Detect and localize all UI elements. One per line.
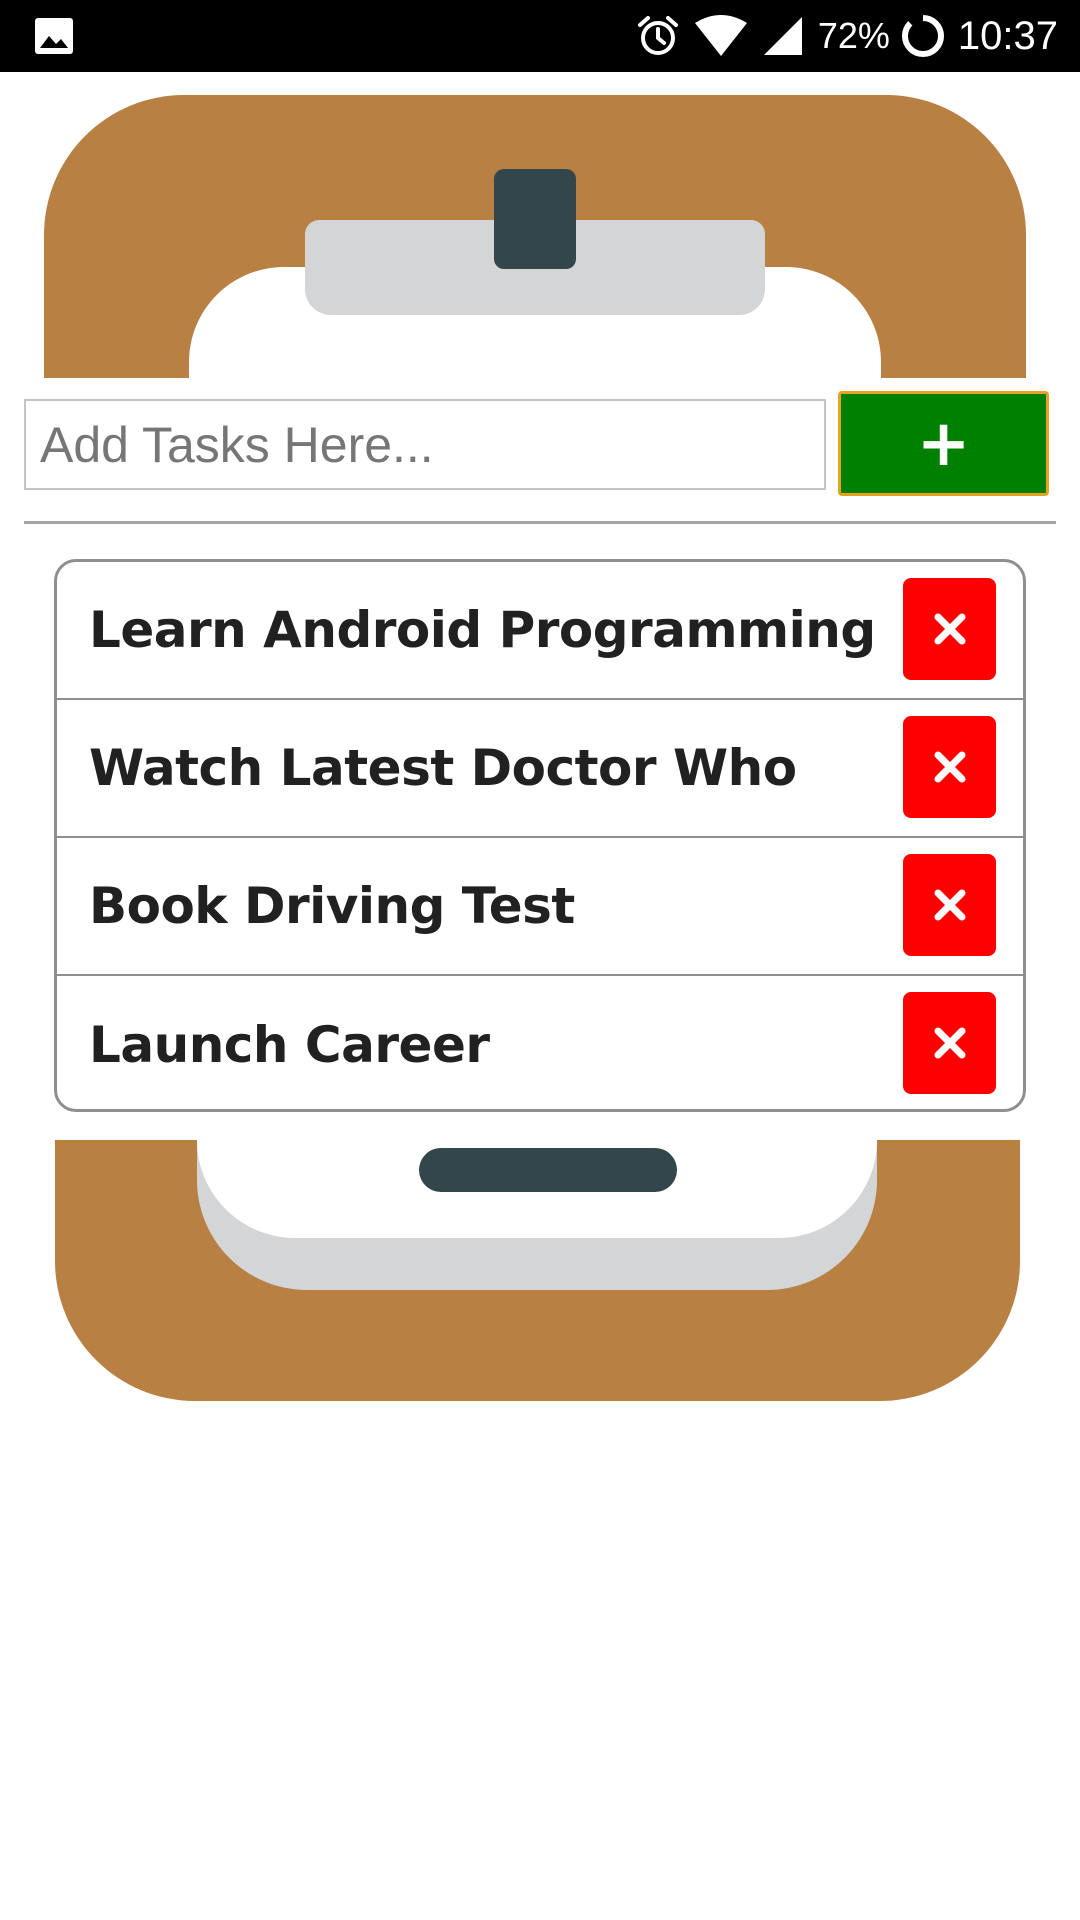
status-icons: 72% 10:37	[636, 0, 1058, 72]
task-label: Book Driving Test	[89, 877, 575, 935]
task-row: Learn Android Programming	[57, 562, 1023, 700]
task-row: Book Driving Test	[57, 838, 1023, 976]
delete-task-button[interactable]	[903, 854, 996, 956]
close-icon	[934, 1027, 965, 1059]
clock: 10:37	[957, 13, 1058, 58]
close-icon	[934, 889, 965, 921]
battery-icon	[901, 14, 944, 57]
add-task-input[interactable]	[24, 399, 826, 490]
delete-task-button[interactable]	[903, 578, 996, 680]
delete-task-button[interactable]	[903, 992, 996, 1094]
wifi-icon	[694, 15, 747, 56]
task-label: Watch Latest Doctor Who	[89, 739, 797, 797]
task-row: Watch Latest Doctor Who	[57, 700, 1023, 838]
clipboard-top-image	[44, 95, 1026, 378]
clipboard-paper-bottom	[197, 1140, 877, 1238]
clipboard-bar	[419, 1148, 677, 1192]
signal-icon	[763, 17, 802, 55]
task-label: Learn Android Programming	[89, 601, 876, 659]
task-label: Launch Career	[89, 1016, 490, 1074]
task-list: Learn Android Programming Watch Latest D…	[54, 559, 1026, 1112]
divider	[24, 521, 1056, 524]
status-bar: 72% 10:37	[0, 0, 1080, 72]
alarm-icon	[637, 16, 678, 55]
close-icon	[934, 613, 965, 645]
clipboard-bottom-image	[55, 1140, 1020, 1401]
clipboard-clip-knob	[494, 169, 576, 269]
add-button-label: +	[916, 406, 971, 481]
delete-task-button[interactable]	[903, 716, 996, 818]
battery-percent: 72%	[817, 15, 890, 56]
task-row: Launch Career	[57, 976, 1023, 1109]
add-task-button[interactable]: +	[838, 391, 1049, 496]
close-icon	[934, 751, 965, 783]
gallery-icon	[35, 18, 73, 54]
